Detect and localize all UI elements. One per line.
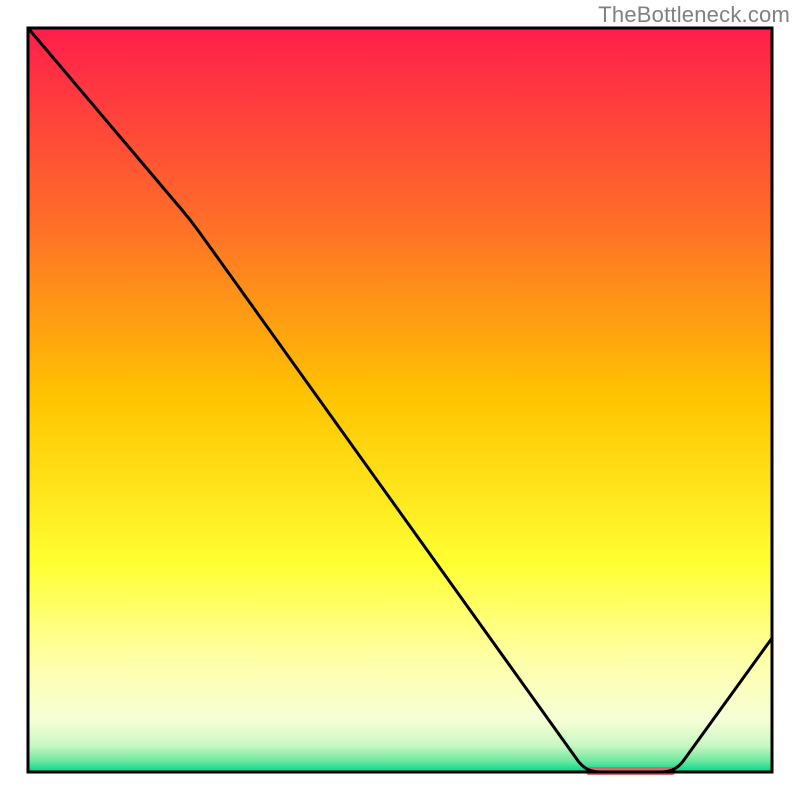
watermark-text: TheBottleneck.com [598, 2, 790, 28]
bottleneck-chart [0, 0, 800, 800]
chart-container: TheBottleneck.com [0, 0, 800, 800]
gradient-background [28, 28, 772, 772]
